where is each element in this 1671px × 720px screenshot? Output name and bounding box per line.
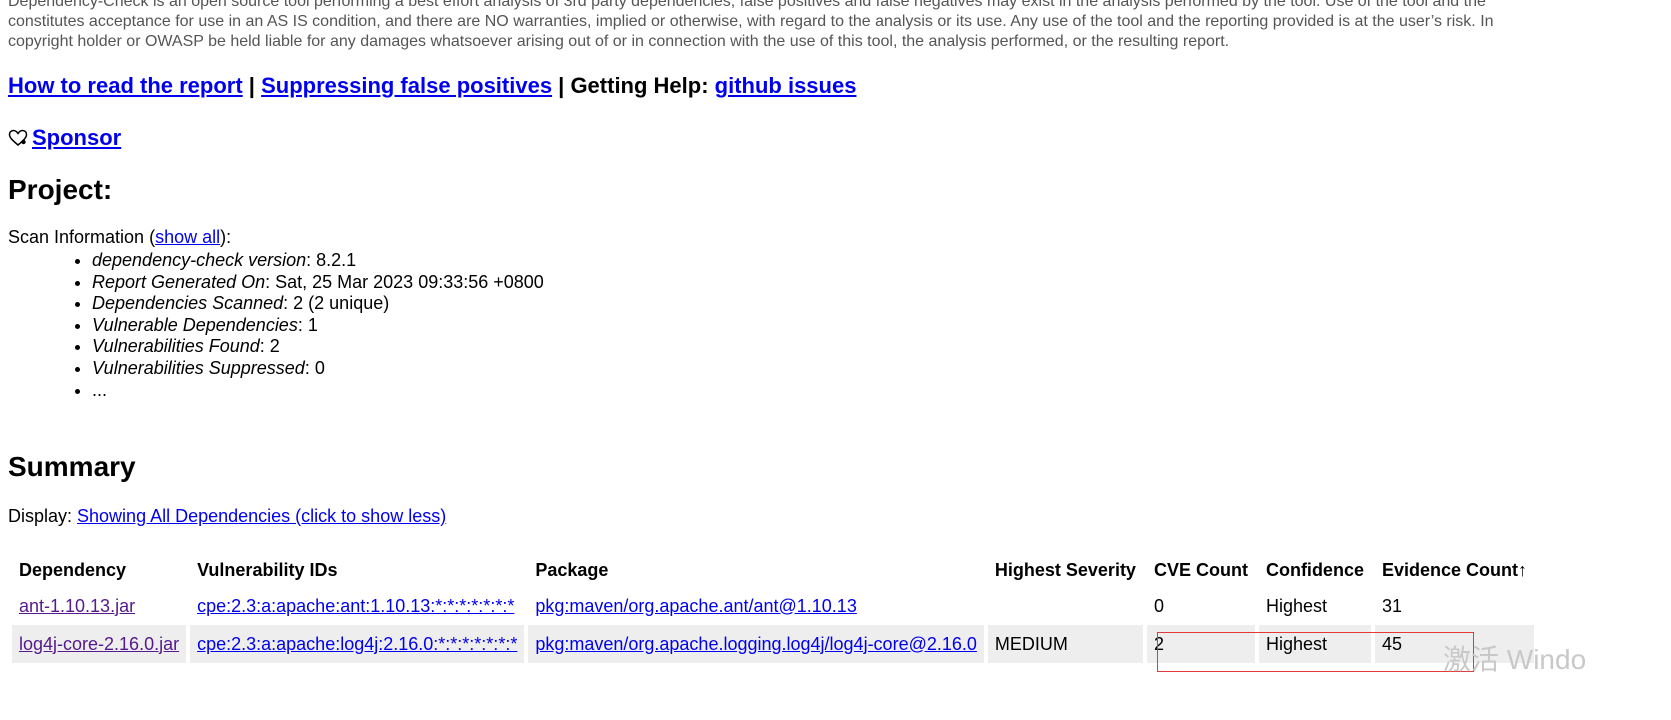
scan-info-item: Vulnerable Dependencies: 1 [92, 315, 544, 337]
package-link[interactable]: pkg:maven/org.apache.ant/ant@1.10.13 [535, 596, 857, 616]
severity-cell: MEDIUM [987, 625, 1143, 663]
github-issues-link[interactable]: github issues [715, 73, 857, 98]
table-row: log4j-core-2.16.0.jar cpe:2.3:a:apache:l… [12, 625, 1534, 663]
scan-info-item: Report Generated On: Sat, 25 Mar 2023 09… [92, 272, 544, 294]
cve-count-cell: 0 [1153, 595, 1164, 616]
table-header-row: Dependency Vulnerability IDs Package Hig… [12, 553, 1534, 587]
display-filter: Display: Showing All Dependencies (click… [8, 505, 446, 527]
how-to-read-link[interactable]: How to read the report [8, 73, 243, 98]
sponsor-link[interactable]: Sponsor [32, 124, 121, 152]
help-links-bar: How to read the report | Suppressing fal… [8, 72, 856, 100]
col-package[interactable]: Package [528, 553, 984, 587]
project-heading: Project: [8, 174, 113, 205]
heart-icon [8, 129, 28, 146]
col-dependency[interactable]: Dependency [12, 553, 186, 587]
disclaimer-text: Dependency-Check is an open source tool … [8, 0, 1671, 52]
disclaimer-line-3: copyright holder or OWASP be held liable… [8, 33, 1230, 50]
display-label: Display: [8, 506, 78, 526]
col-vulnerability-ids[interactable]: Vulnerability IDs [190, 553, 524, 587]
disclaimer-line-1: Dependency-Check is an open source tool … [8, 0, 1486, 10]
scan-info-item: Vulnerabilities Found: 2 [92, 336, 544, 358]
summary-heading: Summary [8, 451, 136, 482]
col-confidence[interactable]: Confidence [1259, 553, 1371, 587]
vulnerability-id-link[interactable]: cpe:2.3:a:apache:log4j:2.16.0:*:*:*:*:*:… [197, 634, 517, 654]
activate-windows-watermark: 激活 Windo [1443, 644, 1587, 675]
confidence-cell: Highest [1258, 625, 1371, 663]
package-link[interactable]: pkg:maven/org.apache.logging.log4j/log4j… [535, 634, 977, 654]
show-all-link[interactable]: show all [155, 227, 220, 247]
evidence-count-cell: 31 [1381, 595, 1402, 616]
getting-help-label: | Getting Help: [552, 73, 715, 98]
table-row: ant-1.10.13.jar cpe:2.3:a:apache:ant:1.1… [12, 587, 1534, 625]
separator: | [242, 73, 262, 98]
dependency-link[interactable]: ant-1.10.13.jar [19, 596, 135, 616]
col-evidence-count[interactable]: Evidence Count↑ [1375, 553, 1534, 587]
scan-info-item: dependency-check version: 8.2.1 [92, 250, 544, 272]
scan-label: Scan Information ( [8, 227, 156, 247]
sponsor-row: Sponsor [8, 124, 121, 152]
disclaimer-line-2: constitutes acceptance for use in an AS … [8, 13, 1494, 30]
scan-info-item-more: ... [92, 380, 544, 402]
vulnerability-id-link[interactable]: cpe:2.3:a:apache:ant:1.10.13:*:*:*:*:*:*… [197, 596, 514, 616]
scan-information-label: Scan Information (show all): [8, 226, 231, 248]
cve-count-cell: 2 [1146, 625, 1255, 663]
scan-info-item: Vulnerabilities Suppressed: 0 [92, 358, 544, 380]
scan-info-list: dependency-check version: 8.2.1 Report G… [54, 250, 544, 401]
scan-info-item: Dependencies Scanned: 2 (2 unique) [92, 293, 544, 315]
col-highest-severity[interactable]: Highest Severity [988, 553, 1143, 587]
dependency-link[interactable]: log4j-core-2.16.0.jar [19, 634, 179, 654]
suppressing-false-positives-link[interactable]: Suppressing false positives [261, 73, 552, 98]
summary-table: Dependency Vulnerability IDs Package Hig… [8, 553, 1538, 663]
severity-cell [988, 587, 1143, 625]
scan-label-end: ): [220, 227, 232, 247]
confidence-cell: Highest [1265, 595, 1327, 616]
show-less-link[interactable]: Showing All Dependencies (click to show … [77, 506, 446, 526]
col-cve-count[interactable]: CVE Count [1147, 553, 1255, 587]
